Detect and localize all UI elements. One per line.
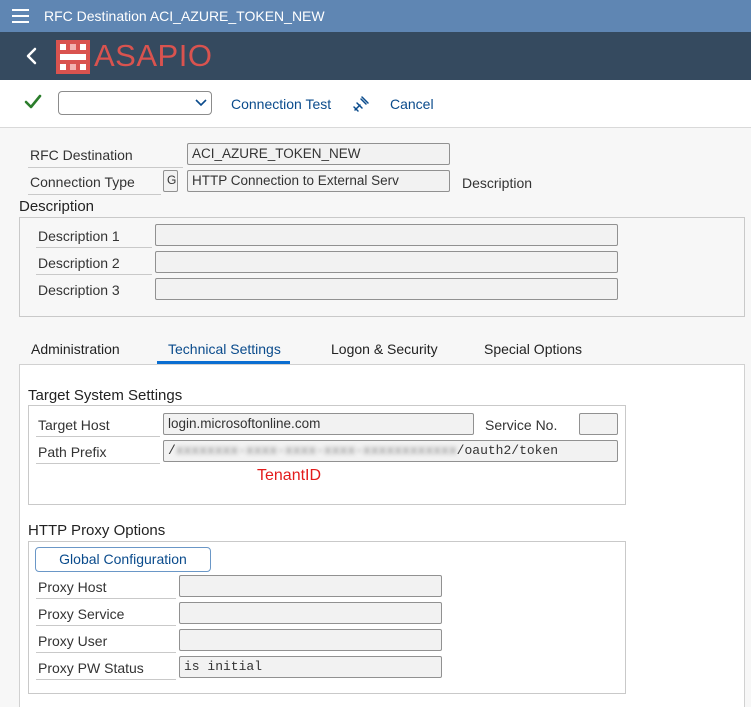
tab-administration[interactable]: Administration: [31, 341, 120, 357]
connection-test-icon[interactable]: [352, 95, 370, 113]
description-1-label: Description 1: [38, 228, 120, 244]
tab-technical-settings[interactable]: Technical Settings: [168, 341, 281, 357]
description-2-field[interactable]: [155, 251, 618, 273]
label-underline: [36, 625, 176, 626]
proxy-host-field[interactable]: [179, 575, 442, 597]
proxy-user-field[interactable]: [179, 629, 442, 651]
connection-test-button[interactable]: Connection Test: [231, 96, 331, 112]
proxy-pw-status-label: Proxy PW Status: [38, 660, 144, 676]
proxy-user-label: Proxy User: [38, 633, 108, 649]
proxy-host-label: Proxy Host: [38, 579, 107, 595]
window-title: RFC Destination ACI_AZURE_TOKEN_NEW: [44, 8, 325, 24]
label-underline: [36, 652, 176, 653]
label-underline: [36, 598, 176, 599]
path-prefix-redacted: xxxxxxxx-xxxx-xxxx-xxxx-xxxxxxxxxxxx: [175, 443, 457, 458]
command-dropdown[interactable]: [58, 91, 212, 115]
cancel-button[interactable]: Cancel: [390, 96, 434, 112]
title-bar: RFC Destination ACI_AZURE_TOKEN_NEW: [0, 0, 751, 32]
rfc-destination-label: RFC Destination: [30, 147, 133, 163]
label-underline: [36, 247, 152, 248]
target-host-field[interactable]: login.microsoftonline.com: [163, 413, 474, 435]
service-no-label: Service No.: [485, 417, 558, 433]
proxy-pw-status-field: is initial: [179, 656, 442, 678]
menu-icon[interactable]: [12, 9, 29, 23]
target-host-label: Target Host: [38, 417, 110, 433]
label-underline: [36, 436, 160, 437]
proxy-options-title: HTTP Proxy Options: [28, 522, 166, 539]
proxy-service-field[interactable]: [179, 602, 442, 624]
proxy-service-label: Proxy Service: [38, 606, 125, 622]
check-icon[interactable]: [24, 93, 42, 111]
tab-special-options[interactable]: Special Options: [484, 341, 582, 357]
label-underline: [36, 679, 176, 680]
connection-type-field[interactable]: HTTP Connection to External Serv: [187, 170, 450, 192]
description-2-label: Description 2: [38, 255, 120, 271]
path-prefix-start: /: [168, 443, 176, 458]
description-3-label: Description 3: [38, 282, 120, 298]
chevron-down-icon: [195, 99, 207, 107]
description-section-title: Description: [19, 198, 95, 215]
description-3-field[interactable]: [155, 278, 618, 300]
asapio-logo-icon: [56, 40, 90, 74]
connection-type-description: Description: [462, 175, 533, 191]
brand-logo-text: ASAPIO: [94, 38, 213, 73]
label-underline: [28, 167, 183, 168]
service-no-field[interactable]: [579, 413, 618, 435]
description-1-field[interactable]: [155, 224, 618, 246]
rfc-destination-field[interactable]: ACI_AZURE_TOKEN_NEW: [187, 143, 450, 165]
tenant-id-annotation: TenantID: [257, 467, 322, 484]
connection-type-code-field[interactable]: G: [163, 170, 178, 192]
tab-logon-security[interactable]: Logon & Security: [331, 341, 438, 357]
path-prefix-field[interactable]: /xxxxxxxx-xxxx-xxxx-xxxx-xxxxxxxxxxxx/oa…: [163, 440, 618, 462]
path-prefix-end: /oauth2/token: [456, 443, 559, 458]
label-underline: [28, 194, 161, 195]
label-underline: [36, 274, 152, 275]
label-underline: [36, 463, 160, 464]
back-icon[interactable]: [22, 44, 42, 68]
path-prefix-label: Path Prefix: [38, 444, 107, 460]
target-system-title: Target System Settings: [28, 387, 183, 404]
connection-type-label: Connection Type: [30, 174, 135, 190]
global-configuration-button[interactable]: Global Configuration: [35, 547, 211, 572]
